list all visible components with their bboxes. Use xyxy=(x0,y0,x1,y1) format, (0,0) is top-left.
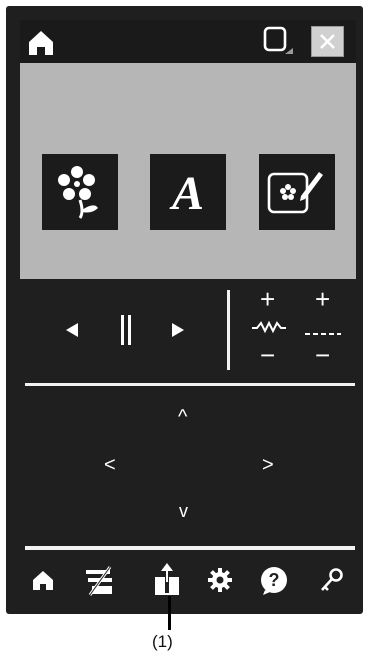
thread-tension-icon[interactable] xyxy=(84,565,116,602)
section-divider-bottom xyxy=(25,546,355,550)
callout-label: (1) xyxy=(152,632,173,651)
help-icon[interactable]: ? xyxy=(259,566,289,601)
arrow-down-button[interactable]: v xyxy=(179,501,188,522)
section-divider-top xyxy=(25,383,355,386)
key-icon[interactable] xyxy=(319,567,345,598)
callout-line xyxy=(168,596,171,630)
length-minus-button[interactable]: − xyxy=(315,342,330,368)
direction-pad: ^ < > v xyxy=(20,388,356,538)
script-a-glyph: A xyxy=(169,167,204,220)
upload-icon[interactable] xyxy=(153,563,181,602)
arrow-left-button[interactable]: < xyxy=(104,454,116,477)
pen-edit-icon xyxy=(267,172,323,214)
arrow-right-button[interactable]: > xyxy=(262,454,274,477)
settings-gear-icon[interactable] xyxy=(207,567,233,598)
flower-icon xyxy=(58,166,98,219)
character-tile[interactable]: A xyxy=(150,154,226,230)
home-icon[interactable] xyxy=(31,569,55,596)
zigzag-stitch-icon xyxy=(251,320,287,339)
help-glyph: ? xyxy=(269,570,280,590)
length-plus-button[interactable]: + xyxy=(315,286,330,312)
close-icon xyxy=(320,34,335,49)
script-a-icon: A xyxy=(169,167,204,220)
bottom-toolbar: ? xyxy=(20,555,356,610)
width-plus-button[interactable]: + xyxy=(260,286,275,312)
arrow-up-button[interactable]: ^ xyxy=(178,406,187,429)
pattern-selection-area: A xyxy=(20,63,356,279)
stitch-controls: + − + − xyxy=(20,286,356,376)
pause-icon[interactable] xyxy=(119,314,133,351)
home-icon[interactable] xyxy=(26,28,56,56)
custom-design-tile[interactable] xyxy=(259,154,335,230)
close-button[interactable] xyxy=(311,26,344,57)
flower-pattern-tile[interactable] xyxy=(42,154,118,230)
triangle-right-icon[interactable] xyxy=(170,321,186,344)
width-minus-button[interactable]: − xyxy=(260,342,275,368)
embroidery-screen: A xyxy=(20,20,356,279)
controls-separator xyxy=(227,290,230,370)
triangle-left-icon[interactable] xyxy=(64,321,80,344)
screen-titlebar xyxy=(20,20,356,63)
frame-select-icon[interactable] xyxy=(263,26,295,58)
